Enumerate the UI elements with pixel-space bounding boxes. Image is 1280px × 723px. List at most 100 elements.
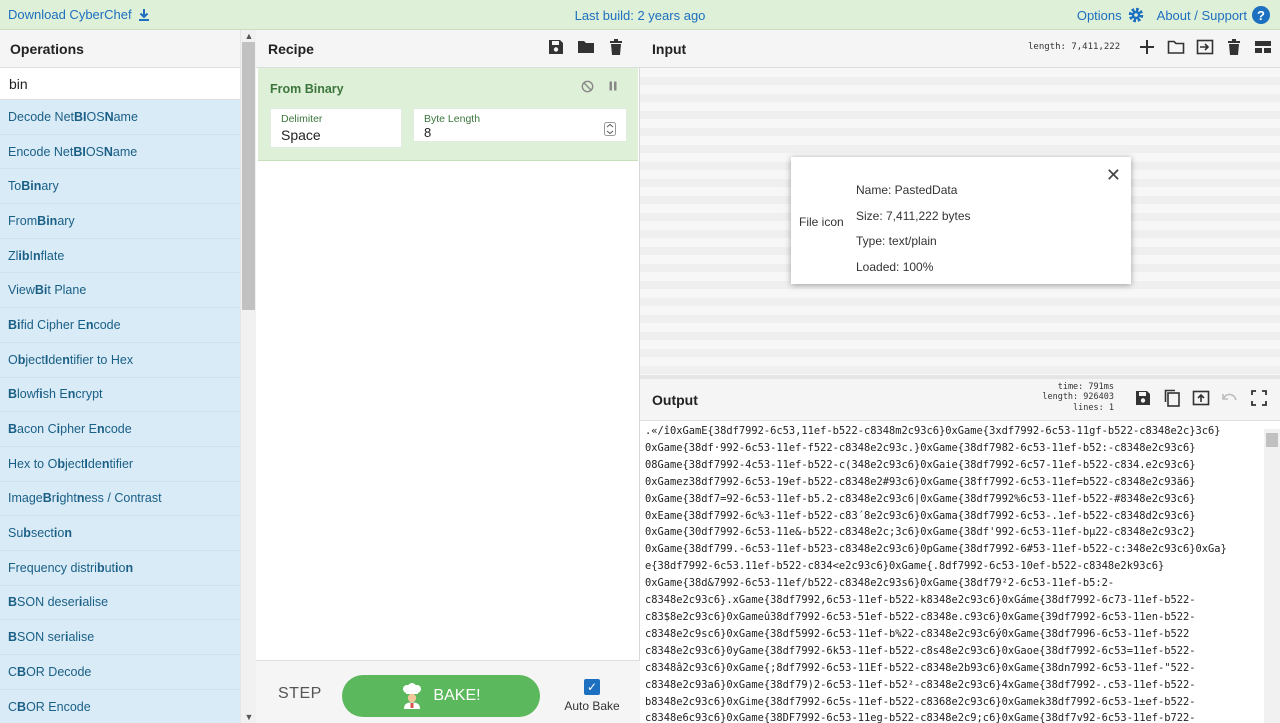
- about-support-button[interactable]: About / Support ?: [1157, 6, 1270, 24]
- clear-input-trash-icon[interactable]: [1225, 38, 1243, 56]
- layout-icon[interactable]: [1254, 38, 1272, 56]
- operations-scrollbar[interactable]: ▲ ▼: [240, 30, 256, 723]
- operation-item-text: lowf: [17, 387, 40, 402]
- operation-item-text: SON ser: [17, 630, 65, 645]
- about-support-label: About / Support: [1156, 7, 1247, 23]
- operation-item[interactable]: Zl ib In flate: [0, 238, 240, 274]
- disable-operation-icon[interactable]: [581, 80, 594, 93]
- operation-item-text: b: [57, 456, 65, 471]
- output-line: 0xGame{30df7992-6c53-11e&-b522-c8348e2c;…: [645, 526, 1196, 539]
- output-line: 08Game{38df7992-4c53-11ef-b522-c(348e2c9…: [645, 458, 1196, 471]
- operation-item-text: flate: [40, 248, 65, 263]
- output-text-area[interactable]: .«/î0xGamE{38df7992-6c53,11ef-b522-c8348…: [645, 423, 1261, 723]
- operation-item-text: View: [8, 283, 35, 298]
- recipe-operation-from-binary[interactable]: From Binary Delimiter Space Byte Length …: [258, 68, 638, 161]
- operation-item[interactable]: Bi fid Cipher En code: [0, 308, 240, 343]
- operation-item[interactable]: Bacon Ci pher En code: [0, 412, 240, 447]
- copy-output-icon[interactable]: [1163, 389, 1181, 407]
- operations-scroll-thumb[interactable]: [242, 42, 255, 310]
- output-line: c8348e6c93c6}0xGame{38DF7992-6c53-11eg-b…: [645, 712, 1196, 723]
- operation-item[interactable]: Hex to Ob ject Ide n tifier: [0, 446, 240, 482]
- file-type: Type: text/plain: [856, 234, 937, 249]
- output-line: 0xGame{38df7=92-6c53-11ef-b5.2-c8348e2c9…: [645, 492, 1196, 505]
- download-cyberchef-link[interactable]: Download CyberChef: [8, 7, 151, 22]
- operation-item-text: Zl: [8, 248, 19, 263]
- output-scrollbar[interactable]: [1264, 429, 1280, 723]
- scroll-down-icon[interactable]: ▼: [241, 711, 257, 723]
- maximise-icon[interactable]: [1250, 389, 1268, 407]
- auto-bake-checkbox[interactable]: ✓: [584, 679, 600, 695]
- options-button[interactable]: Options: [1077, 6, 1145, 24]
- operation-item-text: OS: [86, 109, 105, 124]
- operation-item[interactable]: Su b sect i o n: [0, 516, 240, 551]
- file-name: Name: PastedData: [856, 183, 958, 197]
- operation-item-text: Hex to O: [8, 456, 58, 471]
- operation-item-text: ut: [104, 560, 116, 575]
- open-folder-icon[interactable]: [1167, 38, 1185, 56]
- operation-item[interactable]: View Bi t Plane: [0, 273, 240, 309]
- operation-item-text: b: [96, 560, 105, 575]
- operation-item-text: sect: [30, 526, 54, 541]
- auto-bake-toggle[interactable]: ✓ Auto Bake: [560, 679, 624, 713]
- output-line: c8348e2c93a6}0xGame{38df79)2-6c53-11ef-b…: [645, 678, 1196, 691]
- delimiter-field[interactable]: Delimiter Space: [270, 108, 402, 148]
- operations-list: Decode Net BI OS Name Encode Net BI OS Name To…: [0, 100, 240, 723]
- operation-item-text: C: [8, 699, 18, 714]
- operation-item[interactable]: B SON deser i alise: [0, 585, 240, 621]
- close-icon[interactable]: ✕: [1106, 165, 1121, 186]
- operation-item[interactable]: Image Br i ght n ess / Contrast: [0, 481, 240, 517]
- operation-item-text: sh E: [42, 387, 68, 402]
- load-recipe-folder-icon[interactable]: [577, 38, 595, 56]
- operation-item-text: ess / Contrast: [84, 491, 162, 506]
- operation-item-text: ary: [41, 179, 59, 194]
- output-scroll-thumb[interactable]: [1266, 433, 1278, 447]
- operation-item[interactable]: To Bin ary: [0, 169, 240, 205]
- delimiter-label: Delimiter: [281, 113, 323, 125]
- operation-item[interactable]: Decode Net BI OS Name: [0, 100, 240, 135]
- operation-item[interactable]: From Bin ary: [0, 204, 240, 239]
- output-stats: time: 791ms length: 926403 lines: 1: [1032, 382, 1114, 413]
- open-file-icon[interactable]: [1196, 38, 1214, 56]
- output-line: .«/î0xGamE{38df7992-6c53,11ef-b522-c8348…: [645, 425, 1221, 437]
- pause-breakpoint-icon[interactable]: [608, 80, 618, 93]
- operation-item-text: n: [96, 422, 105, 437]
- bake-button[interactable]: BAKE!: [342, 675, 540, 717]
- clear-recipe-trash-icon[interactable]: [607, 38, 625, 56]
- operation-item[interactable]: Ob ject Ide n tifier to Hex: [0, 342, 240, 378]
- operation-item[interactable]: Blowf i sh En crypt: [0, 377, 240, 413]
- operations-search-input[interactable]: [0, 68, 240, 100]
- output-line: 0xGamez38df7992-6c53-19ef-b522-c8348e2#9…: [645, 475, 1196, 488]
- operation-item[interactable]: Frequency distri b ut i o n: [0, 550, 240, 586]
- undo-icon[interactable]: [1221, 389, 1239, 407]
- download-label: Download CyberChef: [8, 7, 132, 22]
- operation-item[interactable]: C B OR Encode: [0, 689, 240, 723]
- operation-item-text: ary: [57, 213, 75, 228]
- output-line: c8348e2c9sc6}0xGame{38df5992-6c53-11ef-b…: [645, 627, 1190, 640]
- operation-item-text: OS: [85, 144, 104, 159]
- operation-item[interactable]: Encode Net BI OS Name: [0, 134, 240, 170]
- operation-item-text: ject: [25, 352, 45, 367]
- scroll-up-icon[interactable]: ▲: [241, 30, 257, 42]
- add-input-tab-icon[interactable]: [1138, 38, 1156, 56]
- operation-item-text: de: [48, 352, 63, 367]
- file-details-popup: File icon Name: PastedData Size: 7,411,2…: [791, 157, 1131, 284]
- bake-label: BAKE!: [433, 687, 481, 704]
- operation-item[interactable]: B SON ser i alise: [0, 620, 240, 655]
- operation-item-text: ib: [18, 248, 30, 263]
- operation-item-text: o: [57, 526, 65, 541]
- replace-input-icon[interactable]: [1192, 389, 1210, 407]
- output-line: e{38df7992-6c53.11ef-b522-c834<e2c93c6}0…: [645, 560, 1165, 573]
- save-output-icon[interactable]: [1134, 389, 1152, 407]
- operation-item-text: o: [118, 560, 126, 575]
- output-time: time: 791ms: [1057, 382, 1114, 392]
- save-recipe-icon[interactable]: [547, 38, 565, 56]
- output-line: c83$8e2c93c6}0xGameû38df7992-6c53-51ef-b…: [645, 610, 1196, 623]
- operation-item-text: code: [93, 317, 121, 332]
- operation-item-text: Frequency distri: [8, 560, 97, 575]
- spinner-stepper-icon[interactable]: [604, 122, 616, 136]
- byte-length-field[interactable]: Byte Length 8: [413, 108, 627, 142]
- operation-item[interactable]: C B OR Decode: [0, 655, 240, 690]
- operation-item-text: alise: [68, 630, 95, 645]
- operation-item-text: acon C: [17, 422, 57, 437]
- step-button[interactable]: STEP: [278, 685, 322, 703]
